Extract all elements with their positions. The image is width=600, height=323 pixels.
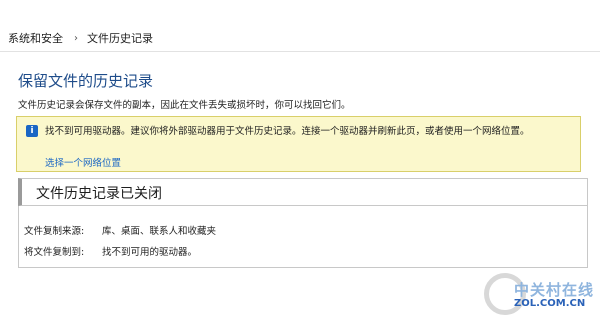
detail-label: 将文件复制到: (24, 247, 85, 258)
page-title: 保留文件的历史记录 (18, 72, 154, 90)
detail-value: 找不到可用的驱动器。 (102, 247, 198, 258)
detail-row-copy-source: 文件复制来源: 库、桌面、联系人和收藏夹 (24, 223, 216, 237)
status-header: 文件历史记录已关闭 (18, 178, 588, 206)
watermark-domain: ZOL.COM.CN (514, 298, 586, 309)
breadcrumb: 系统和安全 › 文件历史记录 (8, 30, 153, 46)
warning-message: 找不到可用驱动器。建议你将外部驱动器用于文件历史记录。连接一个驱动器并刷新此页，… (45, 126, 530, 137)
detail-label: 文件复制来源: (24, 226, 85, 237)
breadcrumb-item-system-security[interactable]: 系统和安全 (8, 30, 63, 46)
warning-box: i 找不到可用驱动器。建议你将外部驱动器用于文件历史记录。连接一个驱动器并刷新此… (16, 116, 581, 172)
breadcrumb-separator-icon: › (74, 32, 78, 44)
detail-row-copy-target: 将文件复制到: 找不到可用的驱动器。 (24, 244, 197, 258)
watermark: 中关村在线 ZOL.COM.CN (484, 271, 594, 319)
page-description: 文件历史记录会保存文件的副本，因此在文件丢失或损坏时，你可以找回它们。 (18, 100, 351, 111)
select-network-location-link[interactable]: 选择一个网络位置 (45, 155, 121, 169)
breadcrumb-bar: 系统和安全 › 文件历史记录 (0, 0, 600, 52)
info-icon: i (26, 125, 38, 137)
watermark-text: 中关村在线 (514, 281, 595, 299)
breadcrumb-item-file-history[interactable]: 文件历史记录 (87, 30, 153, 46)
detail-value: 库、桌面、联系人和收藏夹 (102, 226, 217, 237)
status-title: 文件历史记录已关闭 (36, 186, 162, 202)
